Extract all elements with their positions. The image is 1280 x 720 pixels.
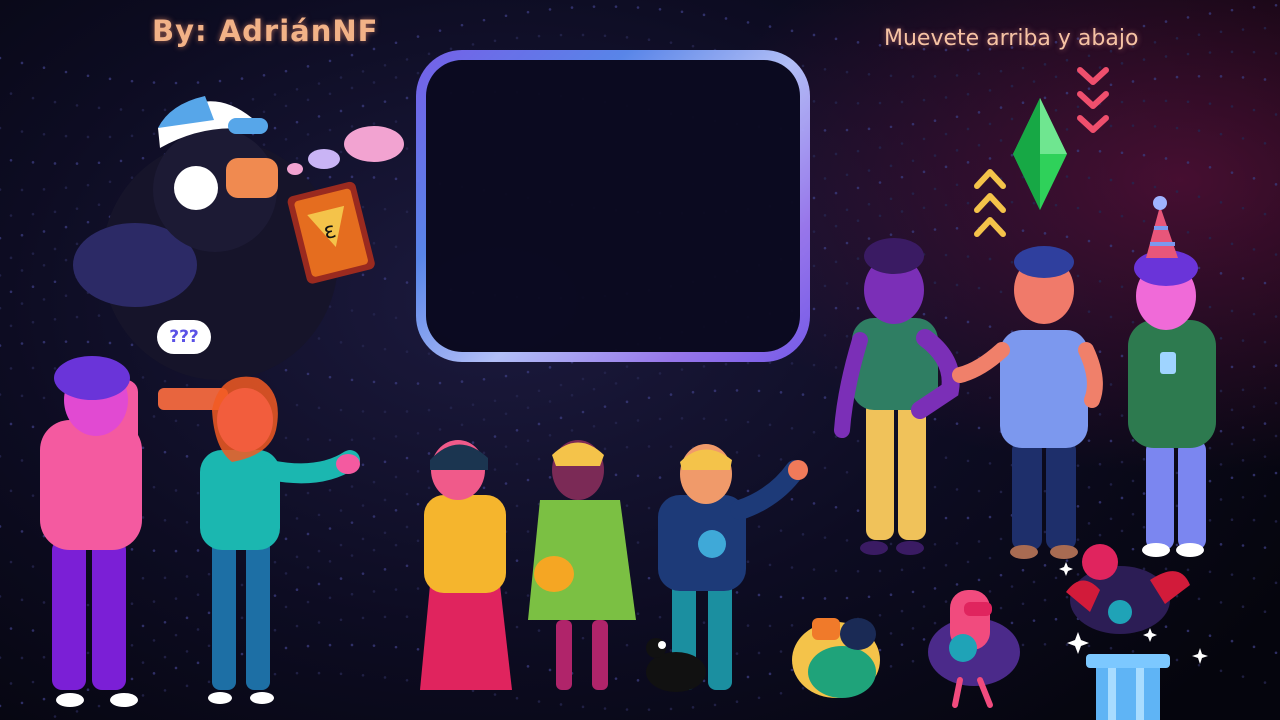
thought-bubble-icon [287,126,404,175]
plumbob-icon [1013,98,1067,210]
yellow-hood-bird [792,618,880,698]
chevron-down-icon [1077,67,1109,133]
chevron-up-icon [974,169,1006,237]
person-yellow-jacket [420,440,512,690]
pink-bird [928,590,1020,708]
woman-green-top [834,238,960,555]
man-blue-tank [952,246,1103,559]
illustration-layer: ε [40,67,1216,720]
dancing-bird-on-pedestal [1066,544,1190,720]
party-hat-person [1128,196,1216,557]
redhead-person [200,376,360,704]
confused-person [40,356,142,707]
stream-overlay: By: AdriánNF Muevete arriba y abajo ε ??… [0,0,1280,720]
question-bubble: ??? [157,320,211,354]
person-green-dress [528,440,636,690]
